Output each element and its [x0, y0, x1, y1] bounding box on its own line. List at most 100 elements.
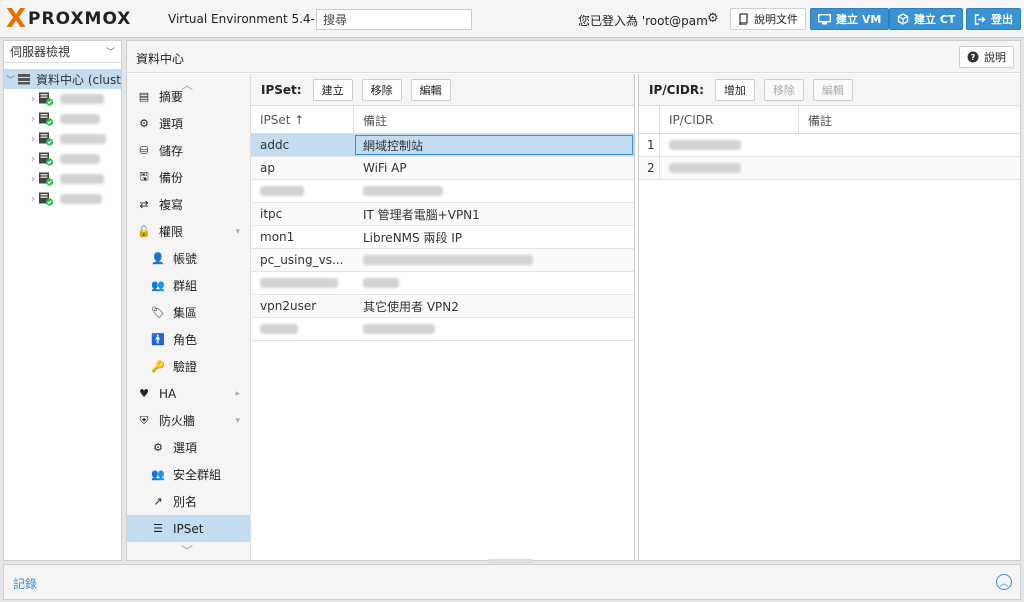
cidr-edit-button[interactable]: 編輯 [812, 78, 853, 101]
row-number: 2 [639, 157, 660, 179]
node-name-redacted [60, 134, 106, 144]
cidr-add-button[interactable]: 增加 [714, 78, 755, 101]
ipset-remove-button[interactable]: 移除 [361, 78, 402, 101]
redacted-value [260, 186, 304, 196]
menu-item-label: 摘要 [159, 90, 184, 104]
database-icon: ⛁ [139, 144, 149, 157]
datacenter-menu: ︿ ﹀ ▤ 摘要 ⚙ 選項 ⛁ 儲存 🖫 備份 ⇄ 複寫 🔓 權限 ▾ 👤 帳號 👥 群組 🏷 集區 🚹 角色 🔑 驗證 ♥ H… [127, 74, 251, 560]
menu-item[interactable]: 🚹 角色 [127, 326, 250, 353]
chevron-right-icon[interactable]: ▸ [235, 389, 240, 399]
search-input[interactable] [316, 9, 472, 30]
ipset-name-cell: ap [260, 161, 275, 175]
scroll-down-icon[interactable]: ﹀ [181, 542, 193, 559]
menu-item-label: 帳號 [173, 252, 198, 266]
documentation-button[interactable]: 說明文件 [730, 8, 806, 30]
menu-item-label: 複寫 [159, 198, 184, 212]
summary-icon: ▤ [138, 90, 150, 103]
ipset-column-header[interactable]: IPSet ↑ [251, 106, 354, 134]
table-row[interactable] [251, 180, 634, 203]
cidr-toolbar: IP/CIDR: 增加 移除 編輯 [639, 74, 1020, 106]
help-label: 說明 [984, 51, 1006, 64]
chevron-down-icon[interactable]: ▾ [235, 227, 240, 237]
logout-button[interactable]: 登出 [966, 8, 1021, 30]
node-online-icon [38, 132, 54, 146]
menu-item[interactable]: 👤 帳號 [127, 245, 250, 272]
node-online-icon [38, 192, 54, 206]
table-row[interactable]: 2 [639, 157, 1020, 180]
menu-item[interactable]: ⛁ 儲存 [127, 137, 250, 164]
menu-item[interactable]: ♥ HA ▸ [127, 380, 250, 407]
cidr-grid-header: IP/CIDR 備註 [639, 106, 1020, 134]
create-ct-button[interactable]: 建立 CT [889, 8, 964, 30]
chevron-down-icon: ﹀ [105, 48, 115, 58]
expand-arrow-icon[interactable]: › [4, 174, 38, 185]
tree-datacenter-label: 資料中心 (clust [36, 72, 121, 87]
expand-arrow-icon[interactable]: › [4, 194, 38, 205]
menu-item[interactable]: 🔓 權限 ▾ [127, 218, 250, 245]
expand-arrow-icon[interactable]: › [4, 134, 38, 145]
table-row[interactable]: vpn2user 其它使用者 VPN2 [251, 295, 634, 318]
ipset-comment-cell [354, 249, 634, 271]
tree-node[interactable]: › [4, 129, 121, 149]
view-selector[interactable]: 伺服器檢視 ﹀ [4, 41, 121, 63]
ipset-edit-button[interactable]: 編輯 [410, 78, 451, 101]
menu-item[interactable]: ⚙ 選項 [127, 434, 250, 461]
cidr-toolbar-label: IP/CIDR: [649, 82, 704, 97]
menu-item[interactable]: ⚙ 選項 [127, 110, 250, 137]
table-row[interactable]: ap WiFi AP [251, 157, 634, 180]
tree-node[interactable]: › [4, 109, 121, 129]
node-name-redacted [60, 174, 104, 184]
ipset-comment-cell [354, 180, 634, 202]
expand-arrow-icon[interactable]: › [4, 114, 38, 125]
table-row[interactable]: mon1 LibreNMS 兩段 IP [251, 226, 634, 249]
table-row[interactable]: itpc IT 管理者電腦+VPN1 [251, 203, 634, 226]
view-selector-value: 伺服器檢視 [10, 45, 71, 59]
tree-node[interactable]: › [4, 189, 121, 209]
create-ct-label: 建立 CT [914, 13, 956, 26]
login-status: 您已登入為 'root@pam' [578, 14, 712, 28]
ipset-name-cell [251, 318, 354, 340]
menu-item[interactable]: ↗ 別名 [127, 488, 250, 515]
chevron-down-icon[interactable]: ▾ [235, 416, 240, 426]
table-row[interactable]: addc 網域控制站 [251, 134, 634, 157]
menu-item[interactable]: ▤ 摘要 [127, 83, 250, 110]
expand-arrow-icon[interactable]: › [4, 154, 38, 165]
table-row[interactable] [251, 318, 634, 341]
menu-item[interactable]: 👥 安全群組 [127, 461, 250, 488]
tree-node[interactable]: › [4, 169, 121, 189]
ipset-create-button[interactable]: 建立 [312, 78, 353, 101]
cidr-column-header[interactable]: IP/CIDR [660, 106, 799, 134]
row-number-header [639, 106, 660, 134]
table-row[interactable] [251, 272, 634, 295]
menu-item[interactable]: 🖫 備份 [127, 164, 250, 191]
user-gear-icon[interactable]: ⚙ [707, 11, 719, 26]
breadcrumb: 資料中心 ? 說明 [127, 41, 1020, 73]
menu-item[interactable]: 🏷 集區 [127, 299, 250, 326]
ipset-toolbar: IPSet: 建立 移除 編輯 [251, 74, 634, 106]
redacted-value [669, 140, 741, 150]
table-row[interactable]: 1 [639, 134, 1020, 157]
tree-node[interactable]: › [4, 149, 121, 169]
table-row[interactable]: pc_using_vs... [251, 249, 634, 272]
create-vm-button[interactable]: 建立 VM [810, 8, 890, 30]
cidr-remove-button[interactable]: 移除 [763, 78, 804, 101]
menu-item[interactable]: ⇄ 複寫 [127, 191, 250, 218]
menu-item[interactable]: 👥 群組 [127, 272, 250, 299]
menu-item[interactable]: 🔑 驗證 [127, 353, 250, 380]
menu-item[interactable]: ☰ IPSet [127, 515, 250, 542]
help-button[interactable]: ? 說明 [959, 46, 1014, 68]
tags-icon: 🏷 [151, 306, 165, 319]
tree-node[interactable]: › [4, 89, 121, 109]
create-vm-label: 建立 VM [836, 13, 882, 26]
menu-item[interactable]: ⛨ 防火牆 ▾ [127, 407, 250, 434]
splitter-handle[interactable] [489, 559, 533, 563]
expand-arrow-icon[interactable]: › [4, 94, 38, 105]
desktop-icon [818, 13, 831, 25]
cidr-comment-column-header[interactable]: 備註 [799, 106, 1020, 134]
node-online-icon [38, 172, 54, 186]
question-circle-icon: ? [967, 51, 979, 63]
ipset-comment-column-header[interactable]: 備註 [354, 106, 634, 134]
log-panel-title[interactable]: 記錄 [13, 575, 37, 592]
tree-datacenter[interactable]: ﹀ 資料中心 (clust [4, 69, 121, 89]
chevron-up-icon[interactable]: ︿ [996, 574, 1012, 590]
